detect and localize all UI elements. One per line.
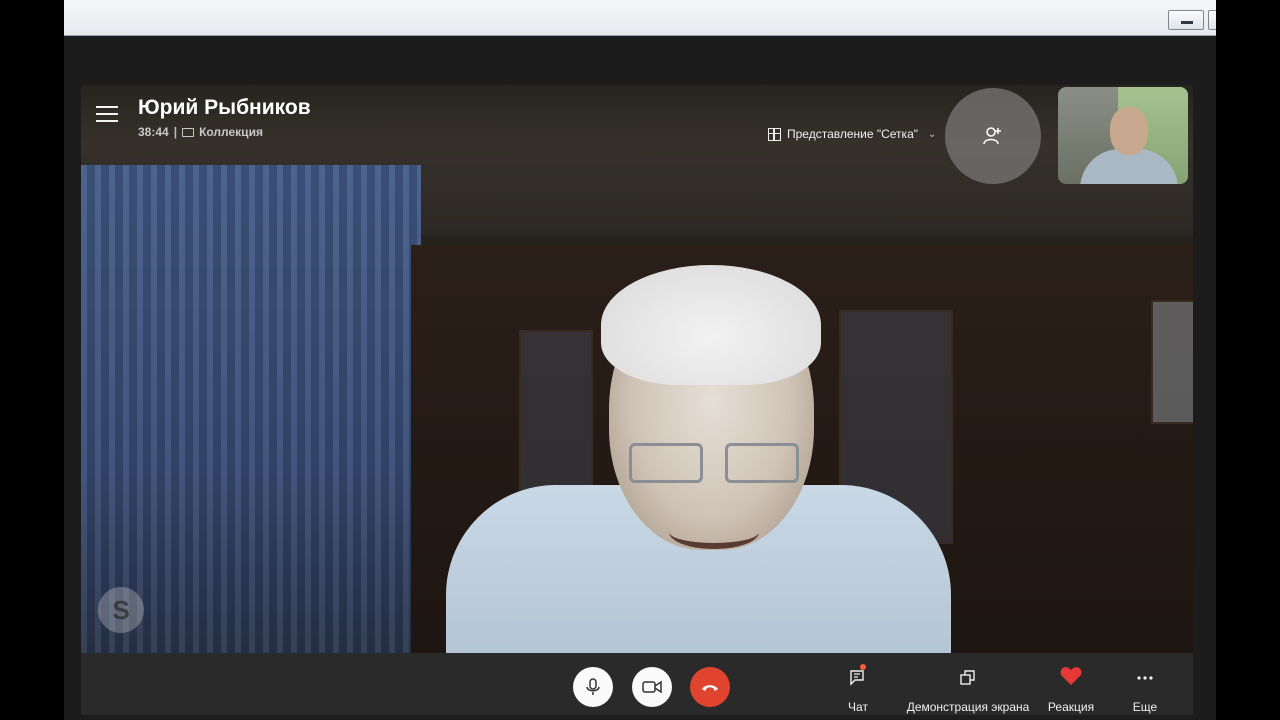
maximize-button[interactable] [1208,10,1216,30]
skype-logo-icon: S [98,587,144,633]
reaction-label: Реакция [1047,700,1095,714]
call-duration: 38:44 [138,125,169,139]
microphone-icon [586,678,600,695]
screen-share-label: Демонстрация экрана [906,700,1030,714]
microphone-button[interactable] [573,667,613,707]
contact-name: Юрий Рыбников [138,96,311,119]
self-video-preview[interactable] [1058,87,1188,184]
chat-button[interactable]: Чат [843,664,873,714]
unread-badge [860,664,866,670]
smile [669,515,759,549]
call-meta: 38:44 | Коллекция [138,125,263,139]
cabinet-glass [1151,300,1193,424]
minimize-button[interactable] [1168,10,1204,30]
gallery-icon [182,127,195,137]
remote-participant-hair [601,265,821,385]
video-stage: Юрий Рыбников 38:44 | Коллекция Представ… [81,85,1193,653]
more-button[interactable]: Еще [1125,665,1165,714]
gallery-link[interactable]: Коллекция [199,125,263,139]
meta-separator: | [173,125,178,139]
grid-view-toggle[interactable]: Представление "Сетка" ⌄ [768,127,936,141]
video-button[interactable] [632,667,672,707]
phone-hangup-icon [702,685,718,691]
grid-view-label: Представление "Сетка" [787,127,919,141]
app-window: Юрий Рыбников 38:44 | Коллекция Представ… [64,0,1216,720]
window-titlebar [64,0,1216,36]
heart-icon [1060,667,1082,685]
video-camera-icon [642,680,662,694]
screen-share-icon [960,670,975,685]
reaction-button[interactable]: Реакция [1046,665,1096,714]
add-participant-button[interactable] [945,88,1041,184]
hamburger-menu-icon[interactable] [96,106,118,124]
room-curtain [81,165,421,653]
more-dots-icon [1137,676,1153,680]
screen-share-button[interactable]: Демонстрация экрана [903,665,1033,714]
hangup-button[interactable] [690,667,730,707]
add-person-icon [983,127,1001,145]
chat-label: Чат [848,700,868,714]
call-controls-bar: Чат Демонстрация экрана Реакция Еще [81,653,1193,715]
chat-icon [850,670,864,686]
chevron-down-icon: ⌄ [928,128,937,140]
grid-icon [768,127,781,141]
more-label: Еще [1132,700,1158,714]
glasses [629,443,799,483]
